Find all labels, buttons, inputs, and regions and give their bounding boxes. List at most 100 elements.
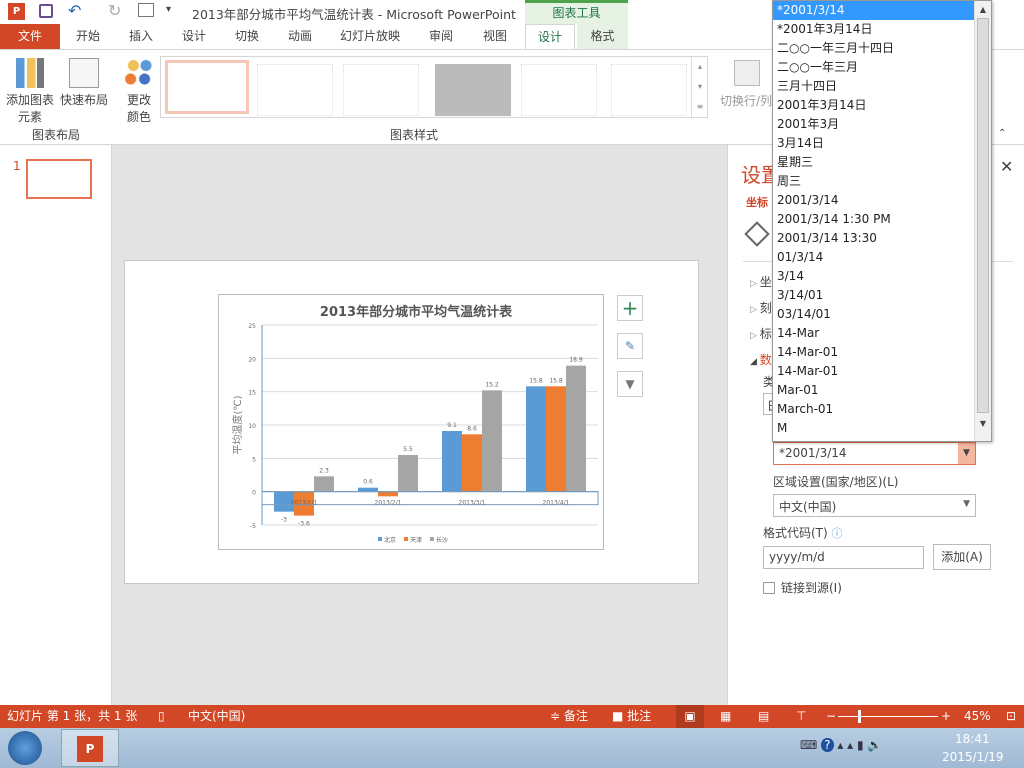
dropdown-option[interactable]: 三月十四日: [773, 77, 975, 96]
scroll-thumb[interactable]: [977, 18, 989, 413]
tab-chart-design[interactable]: 设计: [525, 24, 575, 49]
chart-styles-brush-icon[interactable]: ✎: [617, 333, 643, 359]
gallery-scroll[interactable]: ▴ ▾ ≡: [691, 57, 708, 117]
spell-check-icon[interactable]: ▯: [158, 705, 165, 728]
chart-style-4[interactable]: [435, 64, 511, 116]
dropdown-option[interactable]: 14-Mar: [773, 324, 975, 343]
start-button[interactable]: [8, 731, 42, 765]
tab-design[interactable]: 设计: [169, 24, 219, 49]
section-axis-options[interactable]: ▷ 坐: [750, 273, 772, 290]
checkbox[interactable]: [763, 582, 775, 594]
slide-thumbnail-1[interactable]: [26, 159, 92, 199]
fit-slide-icon[interactable]: ⊡: [1006, 705, 1016, 728]
section-number[interactable]: ◢ 数: [750, 351, 772, 368]
chart-styles-gallery[interactable]: ▴ ▾ ≡: [160, 56, 708, 118]
customize-qat-icon[interactable]: ▾: [166, 4, 171, 15]
dropdown-option[interactable]: M: [773, 419, 975, 438]
tab-view[interactable]: 视图: [470, 24, 520, 49]
dropdown-option[interactable]: 3月14日: [773, 134, 975, 153]
change-colors-button[interactable]: 更改 颜色: [118, 56, 160, 124]
chart-frame[interactable]: [218, 294, 604, 550]
link-source-checkbox[interactable]: 链接到源(I): [763, 579, 842, 596]
format-code-input[interactable]: yyyy/m/d: [763, 546, 924, 569]
tab-transitions[interactable]: 切换: [222, 24, 272, 49]
zoom-in-icon[interactable]: +: [941, 705, 951, 728]
dropdown-option[interactable]: 01/3/14: [773, 248, 975, 267]
chart-style-3[interactable]: [343, 64, 419, 116]
dropdown-option[interactable]: 3/14: [773, 267, 975, 286]
format-type-select[interactable]: *2001/3/14 ▼: [773, 442, 976, 465]
dropdown-option[interactable]: March-01: [773, 400, 975, 419]
chart-elements-button[interactable]: +: [617, 295, 643, 321]
zoom-level[interactable]: 45%: [964, 705, 991, 728]
dropdown-option[interactable]: 2001年3月14日: [773, 96, 975, 115]
tab-chart-format[interactable]: 格式: [577, 24, 628, 49]
tab-slideshow[interactable]: 幻灯片放映: [332, 24, 408, 49]
tab-animations[interactable]: 动画: [275, 24, 325, 49]
zoom-out-icon[interactable]: −: [826, 705, 836, 728]
clock-date[interactable]: 2015/1/19: [942, 750, 1004, 764]
dropdown-option[interactable]: *2001/3/14: [773, 1, 975, 20]
save-icon[interactable]: [39, 4, 53, 18]
clock-time[interactable]: 18:41: [955, 732, 990, 746]
redo-icon[interactable]: ↻: [108, 1, 121, 20]
chart-style-5[interactable]: [521, 64, 597, 116]
dropdown-scrollbar[interactable]: ▲ ▼: [974, 1, 991, 441]
section-tick-marks[interactable]: ▷ 刻: [750, 299, 772, 316]
fill-line-icon[interactable]: [744, 221, 770, 247]
dropdown-option[interactable]: 二○○一年三月: [773, 58, 975, 77]
ribbon-collapse-icon[interactable]: ⌃: [998, 128, 1006, 139]
normal-view-icon[interactable]: ▣: [676, 705, 704, 728]
tab-home[interactable]: 开始: [63, 24, 113, 49]
format-type-dropdown-list[interactable]: *2001/3/14 *2001年3月14日 二○○一年三月十四日 二○○一年三月 三月…: [772, 0, 992, 442]
scroll-down-icon[interactable]: ▼: [975, 413, 991, 430]
add-button[interactable]: 添加(A): [933, 544, 991, 570]
dropdown-option[interactable]: 2001/3/14 1:30 PM: [773, 210, 975, 229]
zoom-slider-thumb[interactable]: [858, 710, 862, 723]
slide-sorter-icon[interactable]: ▦: [720, 705, 731, 728]
info-icon[interactable]: ⓘ: [832, 527, 843, 540]
switch-row-column-button[interactable]: 切换行/列: [720, 56, 780, 122]
chart-style-2[interactable]: [257, 64, 333, 116]
chart-filter-icon[interactable]: ▼: [617, 371, 643, 397]
zoom-slider[interactable]: [838, 710, 938, 723]
dropdown-option[interactable]: Mar-01: [773, 381, 975, 400]
section-labels[interactable]: ▷ 标: [750, 325, 772, 342]
reading-view-icon[interactable]: ▤: [758, 705, 769, 728]
notes-button[interactable]: ≑ 备注: [550, 705, 588, 728]
quick-layout-label: 快速布局: [59, 93, 108, 107]
dropdown-option[interactable]: 03/14/01: [773, 305, 975, 324]
dropdown-option[interactable]: 3/14/01: [773, 286, 975, 305]
add-chart-element-button[interactable]: 添加图表 元素: [4, 56, 56, 124]
presentation-icon[interactable]: [138, 3, 154, 17]
chart-style-1[interactable]: [165, 60, 249, 114]
tab-review[interactable]: 审阅: [416, 24, 466, 49]
tab-file[interactable]: 文件: [0, 24, 60, 49]
chart-style-6[interactable]: [611, 64, 687, 116]
dropdown-option[interactable]: 14-Mar-01: [773, 343, 975, 362]
chart-tools-label: 图表工具: [525, 0, 628, 24]
dropdown-option[interactable]: 2001年3月: [773, 115, 975, 134]
quick-layout-button[interactable]: 快速布局: [58, 56, 110, 122]
slideshow-icon[interactable]: ⊤: [796, 705, 806, 728]
tray-icons[interactable]: ⌨ ? ▴ ▴ ▮ 🔈: [800, 738, 882, 752]
dropdown-option[interactable]: 二○○一年三月十四日: [773, 39, 975, 58]
scroll-up-icon[interactable]: ▲: [975, 1, 991, 18]
pane-close-icon[interactable]: ✕: [1000, 157, 1013, 176]
chevron-down-icon: ▼: [963, 499, 970, 509]
taskbar-powerpoint-button[interactable]: P: [61, 729, 119, 767]
chevron-down-icon[interactable]: ▼: [958, 443, 975, 464]
comments-button[interactable]: ■ 批注: [612, 705, 651, 728]
locale-select[interactable]: 中文(中国) ▼: [773, 494, 976, 517]
dropdown-option[interactable]: 星期三: [773, 153, 975, 172]
dropdown-option[interactable]: 周三: [773, 172, 975, 191]
pane-subtitle[interactable]: 坐标: [746, 194, 768, 210]
dropdown-option[interactable]: 2001/3/14: [773, 191, 975, 210]
dropdown-option[interactable]: 14-Mar-01: [773, 362, 975, 381]
tab-insert[interactable]: 插入: [116, 24, 166, 49]
locale-value: 中文(中国): [779, 500, 837, 514]
language-status[interactable]: 中文(中国): [188, 705, 245, 728]
dropdown-option[interactable]: *2001年3月14日: [773, 20, 975, 39]
dropdown-option[interactable]: 2001/3/14 13:30: [773, 229, 975, 248]
undo-icon[interactable]: ↶: [68, 1, 81, 20]
